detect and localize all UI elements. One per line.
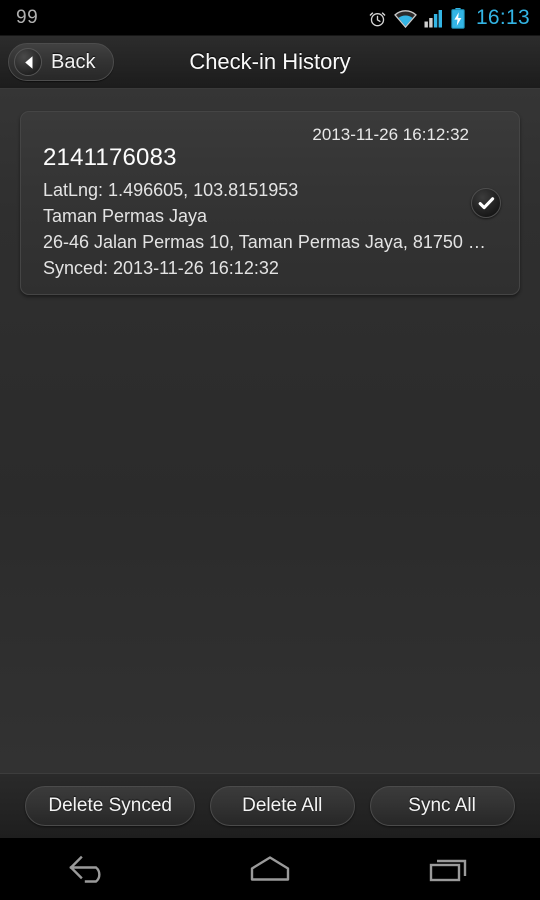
wifi-icon: [394, 9, 417, 28]
checkin-timestamp: 2013-11-26 16:12:32: [312, 125, 469, 144]
status-bar-icons: 16:13: [368, 6, 530, 30]
back-button[interactable]: Back: [8, 43, 115, 81]
delete-all-button[interactable]: Delete All: [209, 786, 355, 826]
checkin-address: 26-46 Jalan Permas 10, Taman Permas Jaya…: [43, 232, 486, 252]
checkin-place: Taman Permas Jaya: [43, 206, 208, 226]
nav-recents-icon[interactable]: [390, 838, 510, 900]
status-bar-notification-count: 99: [16, 7, 39, 28]
battery-charging-icon: [451, 7, 465, 29]
sync-all-button[interactable]: Sync All: [369, 786, 515, 826]
checkin-latlng: LatLng: 1.496605, 103.8151953: [43, 180, 299, 200]
system-navigation-bar: [0, 838, 540, 900]
action-bar: Back Check-in History: [0, 36, 540, 89]
back-button-label: Back: [51, 50, 96, 73]
status-bar: 99 16:13: [0, 0, 540, 36]
chevron-left-icon: [14, 48, 42, 76]
action-button-bar: Delete Synced Delete All Sync All: [0, 773, 540, 838]
list-item[interactable]: 2013-11-26 16:12:32 2141176083 LatLng: 1…: [20, 111, 520, 295]
check-icon[interactable]: [471, 188, 501, 218]
checkin-history-content: 2013-11-26 16:12:32 2141176083 LatLng: 1…: [0, 89, 540, 773]
status-bar-clock: 16:13: [475, 6, 530, 29]
checkin-id: 2141176083: [43, 144, 177, 171]
nav-back-icon[interactable]: [30, 838, 150, 900]
checkin-list: 2013-11-26 16:12:32 2141176083 LatLng: 1…: [20, 111, 520, 295]
android-screen: 99 16:13 Back Check-in History 2013-11-2…: [0, 0, 540, 900]
delete-synced-button[interactable]: Delete Synced: [25, 786, 195, 826]
alarm-clock-icon: [368, 9, 387, 28]
checkin-synced-time: Synced: 2013-11-26 16:12:32: [43, 258, 279, 278]
nav-home-icon[interactable]: [210, 838, 330, 900]
cellular-signal-icon: [424, 9, 444, 28]
